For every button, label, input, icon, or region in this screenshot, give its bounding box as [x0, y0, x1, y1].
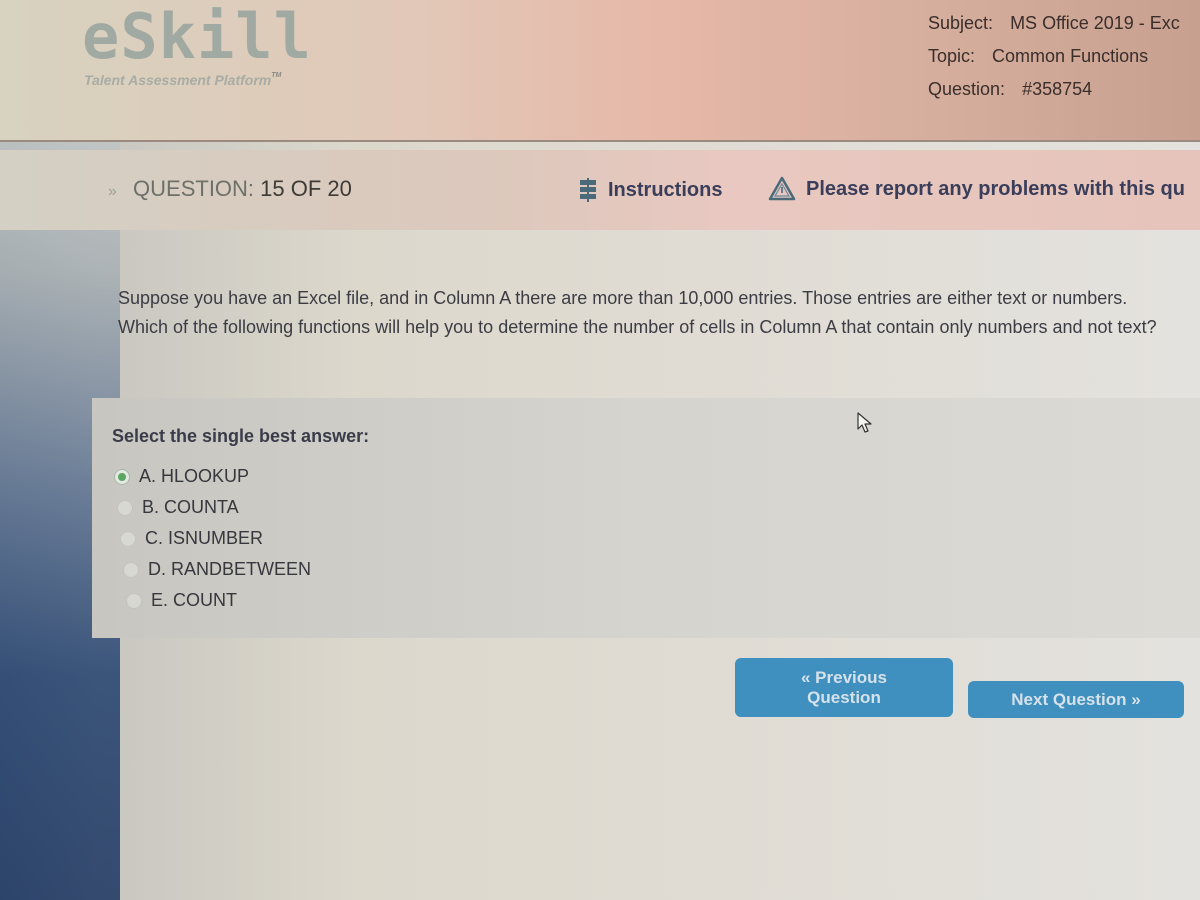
double-chevron-icon: »: [108, 183, 117, 200]
answer-label: C. ISNUMBER: [145, 528, 264, 548]
radio-dot: [118, 472, 126, 481]
question-meta: Subject: MS Office 2019 - Exc Topic: Com…: [928, 10, 1180, 109]
previous-button-line1: « Previous: [801, 667, 887, 687]
meta-question-id: Question: #358754: [928, 76, 1180, 109]
answer-label: D. RANDBETWEEN: [148, 559, 312, 579]
meta-label: Topic:: [928, 46, 976, 66]
logo-text: eSkill: [82, 0, 312, 73]
meta-value: MS Office 2019 - Exc: [1010, 13, 1180, 33]
radio-button[interactable]: [117, 499, 133, 516]
report-problem-link[interactable]: Please report any problems with this qu: [768, 176, 1185, 202]
logo-trademark: TM: [271, 72, 282, 79]
radio-button-checked[interactable]: [114, 468, 130, 485]
answer-label: E. COUNT: [151, 590, 238, 610]
question-progress-label: QUESTION:: [133, 176, 255, 201]
meta-value: Common Functions: [992, 46, 1149, 66]
header: eSkill Talent Assessment PlatformTM Subj…: [0, 0, 1200, 142]
radio-button[interactable]: [126, 592, 142, 609]
radio-button[interactable]: [123, 561, 139, 578]
instructions-link[interactable]: Instructions: [578, 176, 722, 204]
signpost-icon: [578, 176, 598, 204]
question-progress: » QUESTION: 15 OF 20: [108, 176, 352, 202]
previous-button-line2: Question: [807, 687, 881, 707]
answer-label: B. COUNTA: [142, 497, 239, 517]
logo-tagline: Talent Assessment PlatformTM: [84, 72, 312, 88]
meta-topic: Topic: Common Functions: [928, 43, 1180, 76]
answer-option-b[interactable]: B. COUNTA: [117, 497, 239, 518]
logo: eSkill Talent Assessment PlatformTM: [82, 0, 312, 89]
question-progress-value: 15 OF 20: [260, 176, 352, 201]
next-question-button[interactable]: Next Question »: [968, 681, 1184, 718]
answer-option-e[interactable]: E. COUNT: [126, 590, 237, 611]
previous-question-button[interactable]: « Previous Question: [735, 658, 953, 717]
answers-prompt: Select the single best answer:: [112, 426, 370, 446]
meta-label: Subject:: [928, 13, 994, 33]
meta-value: #358754: [1022, 79, 1093, 99]
answer-option-c[interactable]: C. ISNUMBER: [120, 528, 263, 549]
warning-triangle-icon: [768, 176, 796, 202]
meta-subject: Subject: MS Office 2019 - Exc: [928, 10, 1180, 43]
instructions-label: Instructions: [608, 178, 723, 201]
radio-button[interactable]: [120, 530, 136, 547]
question-text: Suppose you have an Excel file, and in C…: [118, 288, 1157, 337]
mouse-cursor-icon: [857, 412, 873, 439]
logo-tagline-text: Talent Assessment Platform: [84, 72, 272, 88]
answer-label: A. HLOOKUP: [139, 466, 250, 486]
meta-label: Question:: [928, 79, 1006, 99]
answer-option-d[interactable]: D. RANDBETWEEN: [123, 559, 311, 580]
answer-option-a[interactable]: A. HLOOKUP: [114, 466, 249, 487]
report-problem-label: Please report any problems with this qu: [806, 177, 1185, 200]
